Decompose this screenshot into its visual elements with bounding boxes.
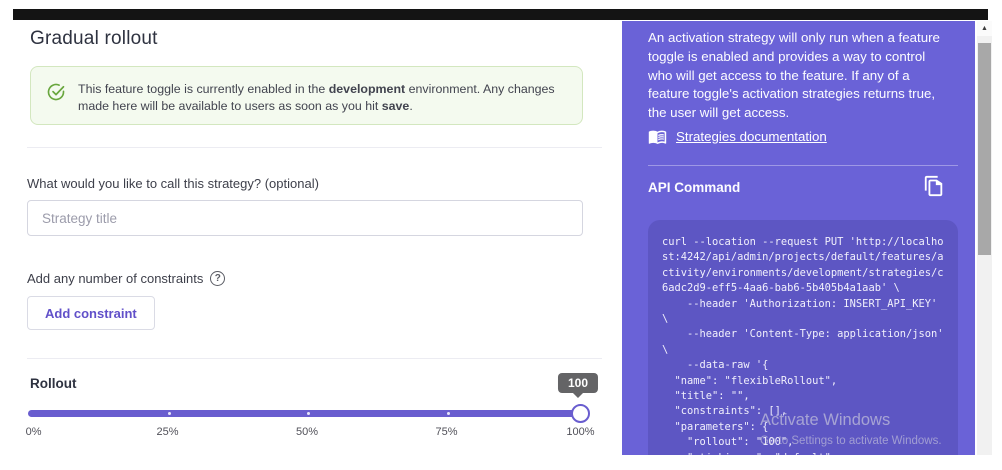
rollout-slider-thumb[interactable] — [571, 404, 590, 423]
slider-mark-25 — [168, 412, 171, 415]
sidebar-scrollbar[interactable]: ▲ — [977, 21, 992, 455]
environment-enabled-alert: This feature toggle is currently enabled… — [30, 66, 583, 125]
constraints-label: Add any number of constraints — [27, 271, 203, 286]
rollout-slider-track[interactable] — [28, 410, 586, 417]
tick-label-0: 0% — [26, 426, 42, 438]
sidebar-divider — [648, 165, 958, 166]
sidebar-description: An activation strategy will only run whe… — [648, 29, 950, 123]
api-command-code: curl --location --request PUT 'http://lo… — [662, 235, 946, 455]
top-title-bar — [13, 9, 988, 20]
strategy-help-sidebar: An activation strategy will only run whe… — [622, 21, 975, 455]
rollout-slider — [28, 402, 586, 426]
copy-icon — [923, 175, 945, 197]
copy-command-button[interactable] — [921, 174, 947, 200]
section-divider — [27, 358, 602, 359]
alert-text-post: . — [409, 99, 412, 113]
tick-label-75: 75% — [435, 426, 457, 438]
constraints-label-row: Add any number of constraints ? — [27, 271, 225, 286]
api-command-code-block: curl --location --request PUT 'http://lo… — [648, 220, 958, 455]
strategy-title-input[interactable] — [27, 200, 583, 236]
help-icon[interactable]: ? — [210, 271, 225, 286]
check-circle-icon — [47, 83, 65, 106]
page-title: Gradual rollout — [30, 28, 158, 50]
strategies-documentation-link[interactable]: Strategies documentation — [648, 127, 827, 146]
tick-label-50: 50% — [296, 426, 318, 438]
doc-link-label: Strategies documentation — [676, 129, 827, 144]
scrollbar-thumb[interactable] — [978, 43, 991, 255]
scrollbar-up-icon[interactable]: ▲ — [977, 21, 992, 36]
alert-bold-environment: development — [329, 82, 405, 96]
alert-text-pre: This feature toggle is currently enabled… — [78, 82, 329, 96]
tick-label-25: 25% — [156, 426, 178, 438]
alert-text: This feature toggle is currently enabled… — [78, 81, 564, 115]
rollout-tick-labels: 0% 25% 50% 75% 100% — [28, 426, 586, 440]
section-divider — [27, 147, 602, 148]
rollout-label: Rollout — [30, 376, 77, 391]
add-constraint-button[interactable]: Add constraint — [27, 296, 155, 330]
screen: Gradual rollout This feature toggle is c… — [0, 0, 1002, 470]
alert-bold-save: save — [382, 99, 410, 113]
tick-label-100: 100% — [566, 426, 594, 438]
slider-mark-75 — [447, 412, 450, 415]
book-icon — [648, 127, 667, 146]
slider-mark-50 — [307, 412, 310, 415]
strategy-title-label: What would you like to call this strateg… — [27, 176, 319, 191]
rollout-value-tooltip: 100 — [558, 373, 598, 393]
api-command-title: API Command — [648, 180, 740, 195]
